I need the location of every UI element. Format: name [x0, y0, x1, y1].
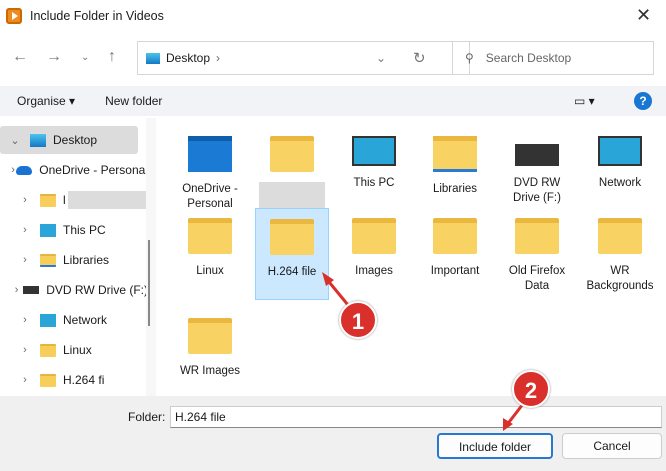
file-item-label: DVD RW Drive (F:) [513, 177, 561, 204]
sidebar-label: l [63, 193, 66, 207]
file-item-label: Old Firefox Data [508, 265, 566, 292]
sidebar-label: H.264 fi [63, 373, 105, 387]
file-item-label: WR Images [179, 365, 241, 377]
view-options-icon[interactable]: ▭ ▾ [574, 94, 595, 108]
search-input[interactable]: ⚲ Search Desktop [452, 41, 654, 75]
file-item-label: WR Backgrounds [586, 265, 654, 292]
sidebar-item-network[interactable]: › Network [10, 306, 148, 334]
network-icon [598, 136, 642, 166]
step-1-badge: 1 [339, 301, 377, 339]
file-item-label: Network [598, 177, 642, 189]
pc-icon [352, 136, 396, 166]
help-icon[interactable]: ? [634, 92, 652, 110]
sidebar-item-onedrive[interactable]: › OneDrive - Personal [10, 156, 148, 184]
file-item-label: This PC [353, 177, 395, 189]
new-folder-button[interactable]: New folder [105, 94, 162, 108]
folder-icon [188, 218, 232, 254]
folder-icon [352, 218, 396, 254]
sidebar-scroll-thumb[interactable] [148, 240, 150, 326]
sidebar-label: Linux [63, 343, 92, 357]
folder-icon [40, 343, 56, 357]
sidebar-item-this-pc[interactable]: › This PC [10, 216, 148, 244]
file-item[interactable]: Linux [173, 208, 247, 300]
close-button[interactable]: ✕ [636, 5, 651, 26]
dvd-icon [515, 144, 559, 166]
include-folder-button[interactable]: Include folder [437, 433, 553, 459]
folder-label: Folder: [128, 410, 166, 424]
folder-icon [40, 373, 56, 387]
file-item[interactable]: Images [337, 208, 411, 300]
forward-button[interactable]: → [46, 48, 62, 66]
back-button[interactable]: ← [12, 48, 28, 66]
toolbar: Organise ▾ New folder ▭ ▾ [0, 86, 666, 116]
navigation-pane: ⌄ Desktop › OneDrive - Personal › l › This P… [0, 118, 150, 396]
onedrive-icon [16, 165, 33, 175]
up-button[interactable]: ↑ [108, 48, 116, 66]
sidebar-label: Desktop [53, 133, 98, 147]
sidebar-label: DVD RW Drive (F:) [46, 283, 148, 297]
sidebar-label: Libraries [63, 253, 110, 267]
window-title: Include Folder in Videos [30, 9, 164, 23]
recent-dropdown[interactable]: ⌄ [81, 52, 89, 63]
folder-icon [515, 218, 559, 254]
onedrive-folder-icon [188, 136, 232, 172]
pc-icon [40, 223, 56, 237]
file-item[interactable]: Network [583, 126, 657, 200]
folder-icon [433, 218, 477, 254]
address-dropdown[interactable]: ⌄ [376, 51, 386, 65]
app-icon [6, 8, 22, 24]
address-bar[interactable]: Desktop › ⌄ ↻ [137, 41, 470, 75]
file-list: OneDrive - Personal This PC Libraries DVD R… [160, 118, 666, 396]
organise-button[interactable]: Organise ▾ [17, 94, 75, 108]
file-item[interactable]: Important [418, 208, 492, 300]
network-icon [40, 313, 56, 327]
file-item-label: Important [430, 265, 480, 277]
sidebar-item-linux[interactable]: › Linux [10, 336, 148, 364]
folder-input[interactable]: H.264 file [170, 406, 662, 428]
folder-icon [270, 136, 314, 172]
file-item[interactable] [255, 126, 329, 210]
desktop-icon [146, 52, 160, 64]
file-item[interactable]: WR Backgrounds [583, 208, 657, 300]
sidebar-item-h264[interactable]: › H.264 fi [10, 366, 148, 394]
folder-icon [270, 219, 314, 255]
desktop-icon [30, 133, 46, 147]
file-item-label: Libraries [432, 183, 478, 195]
libraries-icon [433, 136, 477, 172]
file-item-label: H.264 file [267, 266, 317, 278]
file-item[interactable]: DVD RW Drive (F:) [500, 126, 574, 204]
sidebar-label: OneDrive - Personal [39, 163, 148, 177]
dvd-icon [23, 286, 40, 294]
file-item-label [259, 182, 325, 210]
file-item[interactable]: Libraries [418, 126, 492, 200]
file-item[interactable]: This PC [337, 126, 411, 200]
file-item-label: Images [355, 265, 393, 277]
refresh-icon[interactable]: ↻ [413, 49, 426, 67]
sidebar-label: This PC [63, 223, 106, 237]
file-item-label: Linux [196, 265, 224, 277]
sidebar-label: Network [63, 313, 108, 327]
search-placeholder: Search Desktop [485, 51, 572, 65]
folder-icon [188, 318, 232, 354]
sidebar-item-user[interactable]: › l [10, 186, 148, 214]
libraries-icon [40, 253, 56, 267]
folder-icon [598, 218, 642, 254]
cancel-button[interactable]: Cancel [562, 433, 662, 459]
sidebar-item-dvd[interactable]: › DVD RW Drive (F:) [10, 276, 148, 304]
folder-icon [40, 193, 56, 207]
search-icon: ⚲ [465, 51, 474, 65]
file-item[interactable]: WR Images [173, 308, 247, 382]
sidebar-item-libraries[interactable]: › Libraries [10, 246, 148, 274]
address-location: Desktop [166, 51, 211, 65]
file-item[interactable]: Old Firefox Data [500, 208, 574, 300]
sidebar-item-desktop[interactable]: ⌄ Desktop [0, 126, 138, 154]
step-2-badge: 2 [512, 370, 550, 408]
file-item[interactable]: H.264 file [255, 208, 329, 300]
file-item[interactable]: OneDrive - Personal [173, 126, 247, 210]
